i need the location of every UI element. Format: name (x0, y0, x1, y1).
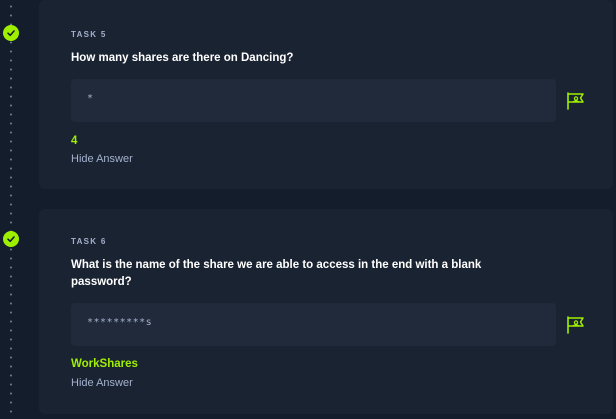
task-card: TASK 5 How many shares are there on Danc… (39, 0, 613, 189)
check-circle-icon (3, 25, 19, 41)
hide-answer-link[interactable]: Hide Answer (71, 153, 133, 165)
task-list: TASK 5 How many shares are there on Danc… (0, 0, 616, 419)
timeline-line (10, 0, 12, 419)
task-card: TASK 6 What is the name of the share we … (39, 209, 613, 414)
answer-value: 4 (71, 135, 78, 147)
hide-answer-link[interactable]: Hide Answer (71, 377, 133, 389)
answer-mask: *********s (87, 317, 153, 328)
task-number: TASK 5 (71, 30, 107, 39)
answer-field[interactable]: * (71, 79, 556, 122)
task-question: How many shares are there on Dancing? (71, 52, 294, 64)
answer-value: WorkShares (71, 358, 138, 370)
flag-icon[interactable] (566, 316, 586, 339)
task-number: TASK 6 (71, 237, 107, 246)
answer-field[interactable]: *********s (71, 303, 556, 346)
task-question: What is the name of the share we are abl… (71, 259, 482, 288)
answer-mask: * (87, 93, 94, 104)
check-circle-icon (3, 231, 19, 247)
flag-icon[interactable] (566, 92, 586, 115)
